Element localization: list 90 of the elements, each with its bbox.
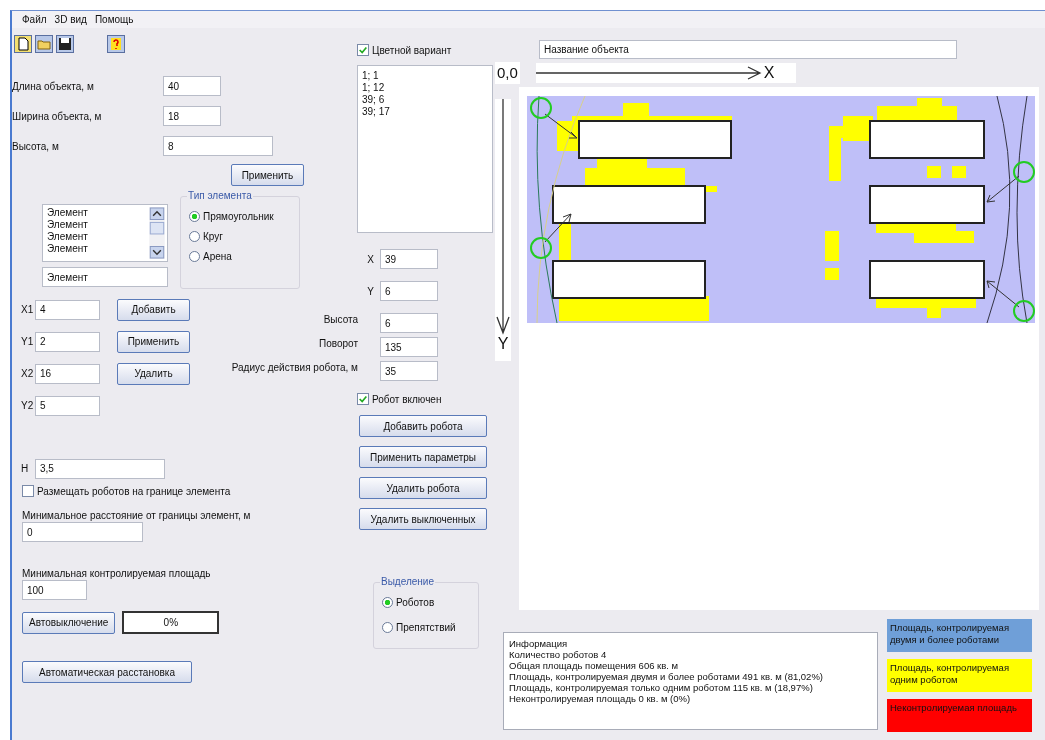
- radio-label[interactable]: Круг: [203, 231, 223, 242]
- radio-label[interactable]: Роботов: [396, 597, 435, 608]
- area-field[interactable]: 100: [22, 580, 87, 600]
- height-field[interactable]: 3,5: [35, 458, 165, 479]
- robot-button[interactable]: Удалить выключенных: [359, 508, 487, 530]
- coordinate-field[interactable]: 4: [35, 299, 100, 320]
- help-icon[interactable]: [107, 35, 125, 53]
- number-field[interactable]: 35: [380, 361, 438, 381]
- element-name-field[interactable]: Элемент: [42, 267, 168, 287]
- field-label: Поворот: [319, 337, 358, 349]
- radio-button[interactable]: [189, 251, 200, 262]
- legend-swatch: Площадь, контролируемая двумя и более роботами: [887, 619, 1032, 652]
- scrollbar[interactable]: [149, 207, 165, 259]
- save-icon[interactable]: [56, 35, 74, 53]
- legend-swatch: Неконтролируемая площадь: [887, 699, 1032, 732]
- info-line: Площадь, контролируемая двумя и более роботами 491 кв. м (81,02%): [509, 671, 824, 682]
- number-field[interactable]: 39: [380, 249, 438, 269]
- field-label: Ширина объекта, м: [12, 110, 103, 122]
- field-label: Y2: [20, 400, 35, 411]
- menu-item[interactable]: Файл: [18, 14, 51, 25]
- element-list[interactable]: Элемент Элемент Элемент Элемент: [42, 204, 168, 262]
- checkbox[interactable]: [357, 393, 369, 405]
- radio-label[interactable]: Арена: [203, 251, 232, 262]
- distance-field[interactable]: 0: [22, 522, 143, 542]
- number-field[interactable]: 18: [163, 106, 221, 126]
- new-file-icon[interactable]: [14, 35, 32, 53]
- menu-item[interactable]: Помощь: [90, 14, 138, 25]
- radio-button[interactable]: [382, 597, 393, 608]
- field-label: Y1: [20, 336, 35, 347]
- robot-list[interactable]: 1; 1 1; 12 39; 6 39; 17: [357, 65, 493, 233]
- field-label: Высота, м: [12, 140, 60, 152]
- number-field[interactable]: 6: [380, 281, 438, 301]
- element-button[interactable]: Добавить: [117, 298, 190, 321]
- radio-label[interactable]: Препятствий: [396, 622, 456, 633]
- percent-display: 0%: [122, 611, 220, 634]
- field-label: Высота: [323, 313, 358, 325]
- info-line: Информация: [509, 638, 569, 649]
- robot-button[interactable]: Применить параметры: [359, 446, 487, 468]
- list-item[interactable]: Элемент: [47, 219, 88, 231]
- list-item[interactable]: Элемент: [47, 207, 88, 219]
- field-label: Минимальная контролируемая площадь: [22, 568, 211, 579]
- element-button[interactable]: Удалить: [117, 362, 190, 385]
- number-field[interactable]: 135: [380, 337, 438, 357]
- number-field[interactable]: 40: [163, 76, 221, 96]
- radio-button[interactable]: [189, 211, 200, 222]
- list-item[interactable]: Элемент: [47, 231, 88, 243]
- field-label: H: [20, 463, 30, 474]
- field-label: Длина объекта, м: [12, 80, 95, 92]
- auto-placement-button[interactable]: Автоматическая расстановка: [22, 661, 192, 683]
- list-item[interactable]: 1; 1: [362, 70, 488, 82]
- object-name-field[interactable]: Название объекта: [539, 40, 957, 59]
- radio-label[interactable]: Прямоугольник: [203, 211, 274, 222]
- number-field[interactable]: 8: [163, 136, 273, 156]
- checkbox[interactable]: [22, 485, 34, 497]
- origin-label: 0,0: [495, 62, 520, 84]
- list-item[interactable]: 1; 12: [362, 82, 488, 94]
- info-line: Неконтролируемая площадь 0 кв. м (0%): [509, 693, 692, 704]
- apply-button[interactable]: Применить: [231, 164, 304, 186]
- list-item[interactable]: 39; 6: [362, 94, 488, 106]
- group-title: Тип элемента: [187, 190, 253, 201]
- checkbox-label[interactable]: Размещать роботов на границе элемента: [37, 485, 231, 497]
- robot-button[interactable]: Удалить робота: [359, 477, 487, 499]
- group-title: Выделение: [380, 576, 435, 587]
- coordinate-field[interactable]: 2: [35, 331, 100, 352]
- info-line: Площадь, контролируемая только одним роботом 115 кв. м (18,97%): [509, 682, 814, 693]
- field-label: X2: [20, 368, 35, 379]
- field-label: X1: [20, 304, 35, 315]
- robot-button[interactable]: Добавить робота: [359, 415, 487, 437]
- number-field[interactable]: 6: [380, 313, 438, 333]
- legend-swatch: Площадь, контролируемая одним роботом: [887, 659, 1032, 692]
- field-label: Минимальное расстояние от границы элемент, м: [22, 510, 251, 521]
- list-item[interactable]: Элемент: [47, 243, 88, 255]
- menu-item[interactable]: 3D вид: [50, 14, 91, 25]
- auto-off-button[interactable]: Автовыключение: [22, 611, 116, 634]
- list-item[interactable]: 39; 17: [362, 106, 488, 118]
- radio-button[interactable]: [189, 231, 200, 242]
- info-line: Общая площадь помещения 606 кв. м: [509, 660, 680, 671]
- info-line: Количество роботов 4: [509, 649, 608, 660]
- axis-label: X: [763, 64, 775, 82]
- field-label: Радиус действия робота, м: [231, 361, 358, 373]
- checkbox[interactable]: [357, 44, 369, 56]
- axis-label: Y: [497, 335, 509, 353]
- checkbox-label[interactable]: Цветной вариант: [372, 44, 452, 56]
- coordinate-field[interactable]: 16: [35, 363, 100, 384]
- radio-button[interactable]: [382, 622, 393, 633]
- element-button[interactable]: Применить: [117, 330, 190, 353]
- field-label: X: [367, 253, 374, 265]
- coordinate-field[interactable]: 5: [35, 395, 100, 416]
- field-label: Y: [367, 285, 374, 297]
- checkbox-label[interactable]: Робот включен: [372, 393, 442, 405]
